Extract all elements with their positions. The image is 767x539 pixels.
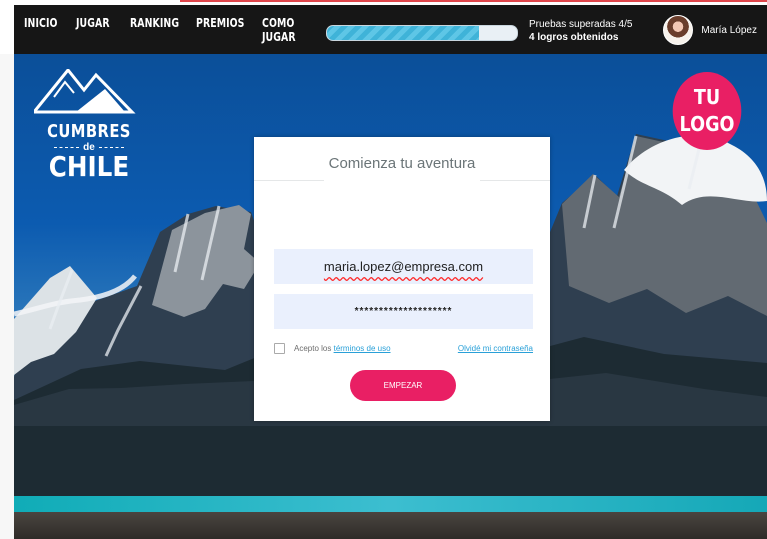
login-modal: Comienza tu aventura maria.lopez@empresa… [254, 137, 550, 421]
login-title: Comienza tu aventura [328, 155, 476, 172]
custom-logo-badge: TU LOGO [672, 72, 742, 150]
logo-title-chile: CHILE [48, 150, 130, 183]
title-rule-right [480, 180, 550, 181]
mountain-background: CUMBRES de CHILE TU LOGO Comienza tu ave… [14, 54, 767, 539]
start-button[interactable]: EMPEZAR [350, 370, 456, 401]
forgot-password-link[interactable]: Olvidé mi contraseña [458, 344, 533, 353]
progress-status: Pruebas superadas 4/5 4 logros obtenidos [529, 18, 632, 44]
game-login-screen: INICIO JUGAR RANKING PREMIOS COMO JUGAR … [0, 0, 767, 539]
progress-fill [327, 26, 479, 40]
custom-logo-line-1: TU [693, 85, 721, 109]
nav-jugar[interactable]: JUGAR [76, 16, 110, 44]
tests-passed-label: Pruebas superadas 4/5 [529, 19, 633, 30]
terms-checkbox[interactable] [274, 342, 285, 354]
nav-premios[interactable]: PREMIOS [196, 16, 244, 44]
terms-row: Acepto los términos de uso Olvidé mi con… [274, 341, 533, 355]
achievements-label: 4 logros obtenidos [529, 32, 619, 43]
user-profile[interactable]: María López [663, 15, 757, 45]
title-rule-left [254, 180, 324, 181]
custom-logo-line-2: LOGO [679, 112, 735, 136]
user-avatar-icon [663, 15, 694, 45]
top-navigation: INICIO JUGAR RANKING PREMIOS COMO JUGAR … [14, 5, 767, 54]
mountain-logo-icon [34, 69, 136, 114]
cumbres-de-chile-logo: CUMBRES de CHILE [34, 69, 144, 183]
nav-inicio[interactable]: INICIO [24, 16, 57, 44]
nav-ranking[interactable]: RANKING [130, 16, 179, 44]
terms-link[interactable]: términos de uso [334, 344, 391, 353]
foreground-ground [14, 512, 767, 539]
nav-como-jugar[interactable]: COMO JUGAR [262, 16, 313, 44]
logo-title-cumbres: CUMBRES [47, 121, 131, 142]
password-field[interactable]: ******************** [274, 294, 533, 329]
user-name: María López [701, 24, 757, 36]
progress-bar [326, 25, 518, 41]
terms-prefix: Acepto los [294, 343, 332, 353]
left-margin [0, 54, 14, 539]
email-field[interactable]: maria.lopez@empresa.com [274, 249, 533, 284]
main-menu: INICIO JUGAR RANKING PREMIOS COMO JUGAR [24, 16, 328, 44]
